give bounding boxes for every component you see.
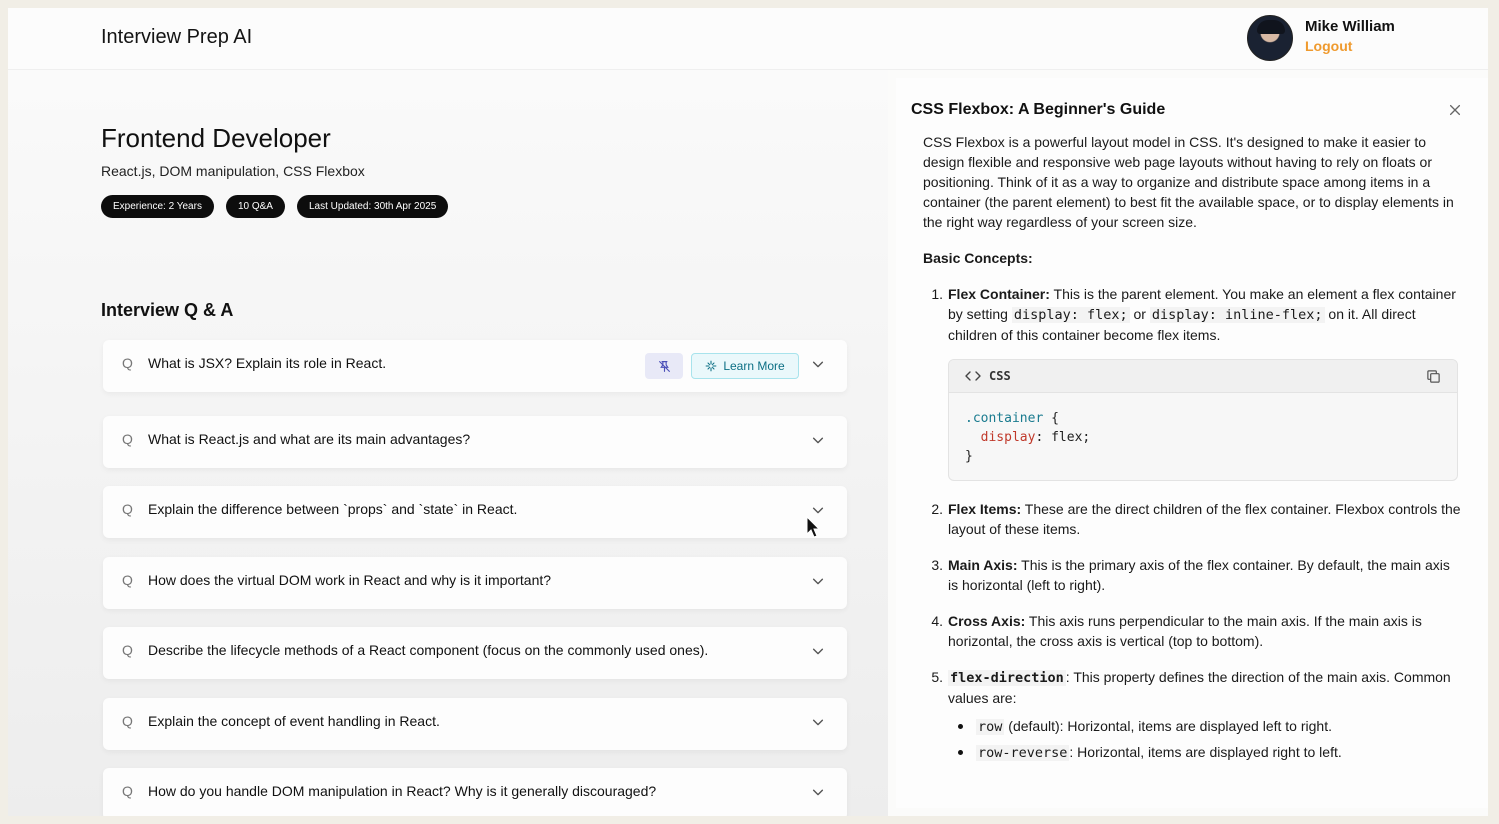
question-text[interactable]: How does the virtual DOM work in React a… — [148, 572, 551, 588]
qa-count-badge: 10 Q&A — [225, 195, 285, 218]
item-number: 4. — [931, 613, 943, 629]
session-panel: Frontend Developer React.js, DOM manipul… — [8, 70, 888, 816]
inline-code: row — [976, 719, 1005, 735]
item-number: 1. — [931, 286, 943, 302]
code-text: { — [1043, 411, 1059, 426]
code-text: : flex; — [1035, 430, 1091, 445]
question-text[interactable]: Explain the concept of event handling in… — [148, 713, 440, 729]
chevron-down-icon[interactable] — [811, 715, 825, 729]
qa-item[interactable]: Q What is React.js and what are its main… — [103, 416, 847, 468]
question-text[interactable]: What is JSX? Explain its role in React. — [148, 355, 386, 371]
concept-item: 1. Flex Container: This is the parent el… — [923, 284, 1463, 345]
chevron-down-icon[interactable] — [811, 785, 825, 799]
concept-item: 3. Main Axis: This is the primary axis o… — [923, 555, 1463, 595]
basic-concepts-heading: Basic Concepts: — [923, 250, 1033, 266]
logout-link[interactable]: Logout — [1305, 38, 1352, 54]
qa-item[interactable]: Q How do you handle DOM manipulation in … — [103, 768, 847, 816]
inline-code: row-reverse — [976, 745, 1070, 761]
list-item-text: (default): Horizontal, items are display… — [1004, 718, 1332, 734]
flex-direction-values: row (default): Horizontal, items are dis… — [948, 716, 1463, 763]
close-icon[interactable] — [1448, 103, 1462, 117]
sparkle-icon — [705, 360, 717, 372]
concept-term: Flex Container: — [948, 286, 1050, 302]
concept-item: 4. Cross Axis: This axis runs perpendicu… — [923, 611, 1463, 651]
item-number: 3. — [931, 557, 943, 573]
unpin-button[interactable] — [645, 353, 683, 379]
chevron-down-icon[interactable] — [811, 433, 825, 447]
app-title[interactable]: Interview Prep AI — [101, 26, 252, 49]
session-badges: Experience: 2 Years 10 Q&A Last Updated:… — [101, 195, 449, 218]
qa-item[interactable]: Q Explain the difference between `props`… — [103, 486, 847, 538]
inline-code: flex-direction — [948, 670, 1066, 686]
drawer-title: CSS Flexbox: A Beginner's Guide — [911, 101, 1166, 118]
question-marker: Q — [122, 713, 133, 729]
question-marker: Q — [122, 783, 133, 799]
experience-badge: Experience: 2 Years — [101, 195, 214, 218]
concept-text: This is the primary axis of the flex con… — [948, 557, 1450, 593]
app-window: Interview Prep AI Mike William Logout Fr… — [8, 8, 1488, 816]
concept-term: Main Axis: — [948, 557, 1018, 573]
pin-off-icon — [658, 360, 670, 372]
item-number: 2. — [931, 501, 943, 517]
code-language: CSS — [989, 369, 1011, 383]
qa-item[interactable]: Q Describe the lifecycle methods of a Re… — [103, 627, 847, 679]
code-block-header: CSS — [949, 360, 1457, 393]
concept-item: 2. Flex Items: These are the direct chil… — [923, 499, 1463, 539]
chevron-down-icon[interactable] — [811, 503, 825, 517]
intro-paragraph: CSS Flexbox is a powerful layout model i… — [923, 134, 1454, 230]
drawer-content: CSS Flexbox is a powerful layout model i… — [923, 132, 1463, 768]
top-bar: Interview Prep AI Mike William Logout — [8, 8, 1488, 70]
list-item-text: : Horizontal, items are displayed right … — [1069, 744, 1342, 760]
learn-more-label: Learn More — [723, 359, 785, 373]
code-block: CSS .container { display: flex; } — [948, 359, 1458, 481]
topics-to-focus: React.js, DOM manipulation, CSS Flexbox — [101, 163, 365, 179]
chevron-down-icon[interactable] — [811, 574, 825, 588]
last-updated-badge: Last Updated: 30th Apr 2025 — [296, 195, 449, 218]
avatar[interactable] — [1247, 15, 1293, 61]
question-marker: Q — [122, 431, 133, 447]
item-number: 5. — [931, 669, 943, 685]
concepts-list: 1. Flex Container: This is the parent el… — [923, 284, 1463, 763]
chevron-down-icon[interactable] — [811, 357, 825, 371]
concept-text: These are the direct children of the fle… — [948, 501, 1461, 537]
inline-code: display: flex; — [1011, 307, 1130, 323]
inline-code: display: inline-flex; — [1149, 307, 1325, 323]
list-item: row-reverse: Horizontal, items are displ… — [958, 742, 1463, 763]
user-name: Mike William — [1305, 18, 1395, 35]
question-text[interactable]: Describe the lifecycle methods of a Reac… — [148, 642, 708, 658]
question-text[interactable]: How do you handle DOM manipulation in Re… — [148, 783, 656, 799]
qa-section-heading: Interview Q & A — [101, 300, 234, 320]
code-property: display — [980, 430, 1036, 445]
learn-more-drawer: CSS Flexbox: A Beginner's Guide CSS Flex… — [896, 78, 1488, 808]
code-selector: .container — [965, 411, 1044, 426]
qa-item[interactable]: Q What is JSX? Explain its role in React… — [103, 340, 847, 392]
concept-term: Cross Axis: — [948, 613, 1026, 629]
concept-term: Flex Items: — [948, 501, 1022, 517]
code-icon — [965, 371, 981, 381]
question-marker: Q — [122, 355, 133, 371]
question-marker: Q — [122, 572, 133, 588]
qa-item[interactable]: Q How does the virtual DOM work in React… — [103, 557, 847, 609]
code-content: .container { display: flex; } — [949, 393, 1457, 480]
question-text[interactable]: Explain the difference between `props` a… — [148, 501, 517, 517]
list-item: row (default): Horizontal, items are dis… — [958, 716, 1463, 737]
question-text[interactable]: What is React.js and what are its main a… — [148, 431, 470, 447]
concept-text: or — [1129, 306, 1150, 322]
concept-item: 5. flex-direction: This property defines… — [923, 667, 1463, 763]
qa-item[interactable]: Q Explain the concept of event handling … — [103, 698, 847, 750]
question-marker: Q — [122, 642, 133, 658]
mouse-pointer-icon — [806, 516, 820, 538]
code-text: } — [965, 449, 973, 464]
question-marker: Q — [122, 501, 133, 517]
copy-icon[interactable] — [1426, 369, 1441, 384]
chevron-down-icon[interactable] — [811, 644, 825, 658]
page-title: Frontend Developer — [101, 123, 331, 153]
learn-more-button[interactable]: Learn More — [691, 353, 799, 379]
